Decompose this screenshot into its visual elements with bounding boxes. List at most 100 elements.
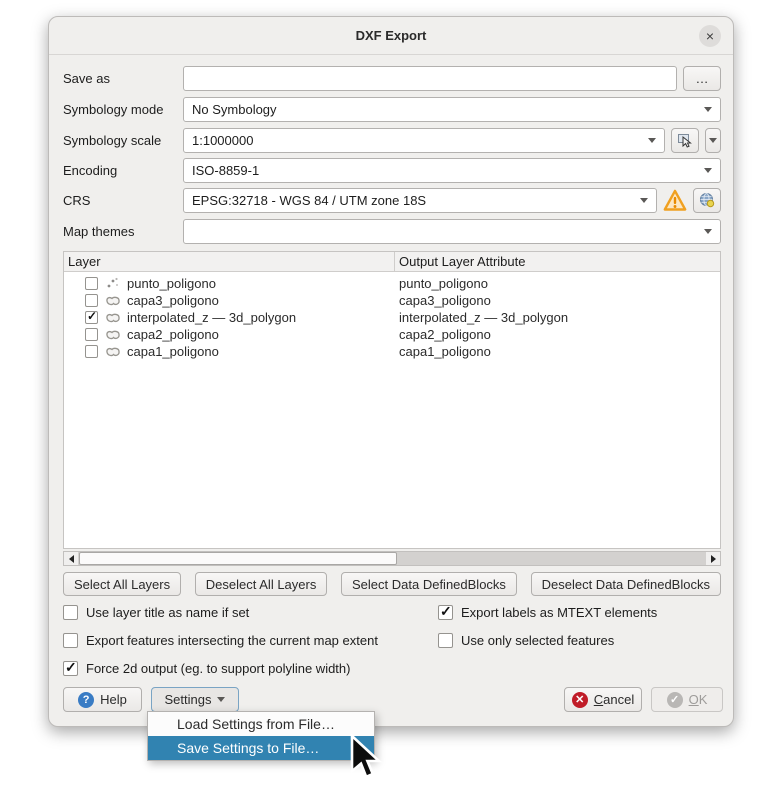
option-label: Use layer title as name if set <box>86 605 249 620</box>
option-label: Force 2d output (eg. to support polyline… <box>86 661 350 676</box>
polygon-layer-icon <box>105 328 121 342</box>
scale-options-dropdown-button[interactable] <box>705 128 721 153</box>
option-layer-title[interactable]: Use layer title as name if set <box>63 605 249 620</box>
settings-button[interactable]: Settings <box>151 687 239 712</box>
save-as-input[interactable] <box>183 66 677 91</box>
symbology-mode-select[interactable]: No Symbology <box>183 97 721 122</box>
chevron-down-icon <box>709 138 717 143</box>
layer-table: Layer Output Layer Attribute punto_polig… <box>63 251 721 549</box>
cancel-button[interactable]: ✕ Cancel <box>564 687 642 712</box>
chevron-down-icon <box>648 138 656 143</box>
horizontal-scrollbar[interactable] <box>63 551 721 566</box>
menu-item-save-settings[interactable]: Save Settings to File… <box>148 736 374 760</box>
option-selected-features[interactable]: Use only selected features <box>438 633 614 648</box>
scroll-left-button[interactable] <box>64 552 78 565</box>
save-as-label: Save as <box>63 71 183 86</box>
column-header-output[interactable]: Output Layer Attribute <box>395 252 720 271</box>
scrollbar-thumb[interactable] <box>79 552 397 565</box>
symbology-scale-value: 1:1000000 <box>192 133 253 148</box>
option-force-2d[interactable]: Force 2d output (eg. to support polyline… <box>63 661 350 676</box>
layer-checkbox[interactable] <box>85 328 98 341</box>
save-as-row: Save as … <box>63 65 721 91</box>
title-bar: DXF Export × <box>49 17 733 55</box>
crs-select[interactable]: EPSG:32718 - WGS 84 / UTM zone 18S <box>183 188 657 213</box>
output-attribute-cell[interactable]: capa2_poligono <box>395 327 720 342</box>
ok-icon: ✓ <box>667 692 683 708</box>
checkbox[interactable] <box>63 661 78 676</box>
scroll-left-icon <box>69 555 74 563</box>
menu-item-load-settings[interactable]: Load Settings from File… <box>148 712 374 736</box>
layer-table-body: punto_poligonopunto_poligonocapa3_poligo… <box>64 272 720 360</box>
deselect-data-defined-blocks-button[interactable]: Deselect Data DefinedBlocks <box>531 572 721 596</box>
dxf-export-dialog: DXF Export × Save as … Symbology mode No… <box>48 16 734 727</box>
crs-value: EPSG:32718 - WGS 84 / UTM zone 18S <box>192 193 426 208</box>
table-row[interactable]: capa2_poligono capa2_poligono <box>64 326 720 343</box>
crs-label: CRS <box>63 193 183 208</box>
help-icon: ? <box>78 692 94 708</box>
layer-name: punto_poligono <box>127 276 216 291</box>
chevron-down-icon <box>704 168 712 173</box>
layer-name: capa3_poligono <box>127 293 219 308</box>
selection-button-row: Select All Layers Deselect All Layers Se… <box>63 572 721 596</box>
browse-button[interactable]: … <box>683 66 721 91</box>
output-attribute-cell[interactable]: capa3_poligono <box>395 293 720 308</box>
layer-cell: interpolated_z — 3d_polygon <box>64 310 395 325</box>
table-row[interactable]: capa3_poligono capa3_poligono <box>64 292 720 309</box>
table-row[interactable]: punto_poligono punto_poligono <box>64 275 720 292</box>
polygon-layer-icon <box>105 345 121 359</box>
layer-cell: capa1_poligono <box>64 344 395 359</box>
dialog-title: DXF Export <box>356 28 427 43</box>
checkbox[interactable] <box>63 605 78 620</box>
cancel-label: Cancel <box>594 692 634 707</box>
encoding-value: ISO-8859-1 <box>192 163 259 178</box>
symbology-scale-label: Symbology scale <box>63 133 183 148</box>
checkbox[interactable] <box>63 633 78 648</box>
chevron-down-icon <box>704 229 712 234</box>
layer-name: interpolated_z — 3d_polygon <box>127 310 296 325</box>
option-label: Export features intersecting the current… <box>86 633 378 648</box>
chevron-down-icon <box>704 107 712 112</box>
select-all-layers-button[interactable]: Select All Layers <box>63 572 181 596</box>
globe-crs-icon <box>699 192 715 208</box>
layer-cell: capa3_poligono <box>64 293 395 308</box>
symbology-mode-row: Symbology mode No Symbology <box>63 96 721 122</box>
table-row[interactable]: capa1_poligonocapa1_poligono <box>64 343 720 360</box>
symbology-mode-label: Symbology mode <box>63 102 183 117</box>
mouse-cursor <box>349 734 385 784</box>
settings-menu: Load Settings from File… Save Settings t… <box>147 711 375 761</box>
close-icon: × <box>706 28 714 44</box>
column-header-layer[interactable]: Layer <box>64 252 395 271</box>
ok-button[interactable]: ✓ OK <box>651 687 723 712</box>
symbology-scale-row: Symbology scale 1:1000000 <box>63 127 721 153</box>
set-scale-from-canvas-button[interactable] <box>671 128 699 153</box>
map-themes-select[interactable] <box>183 219 721 244</box>
polygon-layer-icon <box>105 311 121 325</box>
encoding-select[interactable]: ISO-8859-1 <box>183 158 721 183</box>
settings-label: Settings <box>165 692 212 707</box>
help-label: Help <box>100 692 127 707</box>
layer-checkbox[interactable] <box>85 311 98 324</box>
close-button[interactable]: × <box>699 25 721 47</box>
cancel-icon: ✕ <box>572 692 588 708</box>
scroll-right-button[interactable] <box>706 552 720 565</box>
option-map-extent[interactable]: Export features intersecting the current… <box>63 633 378 648</box>
output-attribute-cell[interactable]: capa1_poligono <box>395 344 720 359</box>
output-attribute-cell[interactable]: interpolated_z — 3d_polygon <box>395 310 720 325</box>
layer-checkbox[interactable] <box>85 345 98 358</box>
layer-checkbox[interactable] <box>85 294 98 307</box>
select-data-defined-blocks-button[interactable]: Select Data DefinedBlocks <box>341 572 517 596</box>
select-crs-button[interactable] <box>693 188 721 213</box>
symbology-scale-combobox[interactable]: 1:1000000 <box>183 128 665 153</box>
output-attribute-cell[interactable]: punto_poligono <box>395 276 720 291</box>
crs-row: CRS EPSG:32718 - WGS 84 / UTM zone 18S <box>63 187 721 213</box>
checkbox[interactable] <box>438 633 453 648</box>
layer-name: capa2_poligono <box>127 327 219 342</box>
help-button[interactable]: ? Help <box>63 687 142 712</box>
table-row[interactable]: interpolated_z — 3d_polygon interpolated_… <box>64 309 720 326</box>
option-mtext-labels[interactable]: Export labels as MTEXT elements <box>438 605 657 620</box>
map-themes-row: Map themes <box>63 218 721 244</box>
checkbox[interactable] <box>438 605 453 620</box>
chevron-down-icon <box>217 697 225 702</box>
deselect-all-layers-button[interactable]: Deselect All Layers <box>195 572 328 596</box>
layer-checkbox[interactable] <box>85 277 98 290</box>
